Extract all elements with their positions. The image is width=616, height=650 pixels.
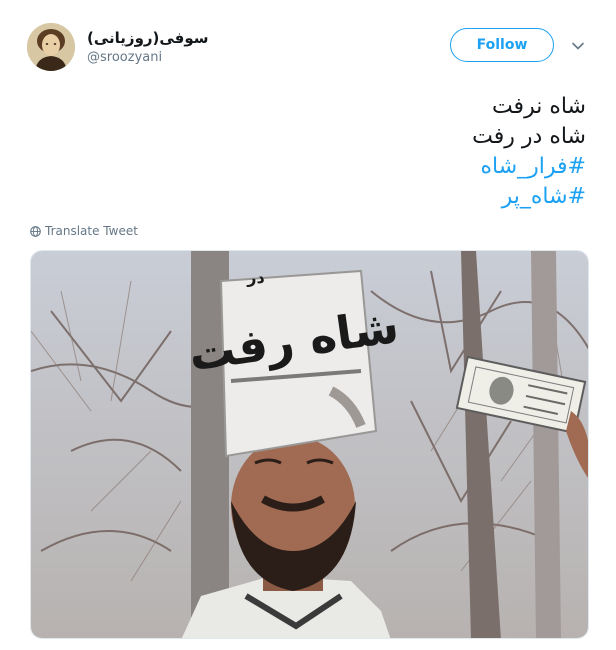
tweet-text: شاه نرفت شاه در رفت #فرار_شاه #شاه_پر <box>26 92 586 212</box>
globe-icon <box>30 225 41 237</box>
translate-tweet-link[interactable]: Translate Tweet <box>30 224 138 238</box>
author-display-name[interactable]: (سوفی(روزیانی <box>87 29 209 47</box>
hat-small-text: در <box>246 268 264 287</box>
translate-label: Translate Tweet <box>45 224 138 238</box>
hashtag-link[interactable]: #فرار_شاه <box>26 152 587 182</box>
tweet-line: شاه در رفت <box>472 124 586 149</box>
author-handle[interactable]: @sroozyani <box>87 50 162 65</box>
tweet-header: (سوفی(روزیانی @sroozyani Follow <box>0 0 616 80</box>
chevron-down-icon[interactable] <box>570 38 586 54</box>
hashtag-link[interactable]: #شاه_پر <box>26 182 586 212</box>
tweet-line: شاه نرفت <box>491 94 586 119</box>
tweet-photo[interactable]: شاه رفت در <box>30 250 589 639</box>
follow-button[interactable]: Follow <box>450 28 554 62</box>
avatar[interactable] <box>27 23 75 71</box>
